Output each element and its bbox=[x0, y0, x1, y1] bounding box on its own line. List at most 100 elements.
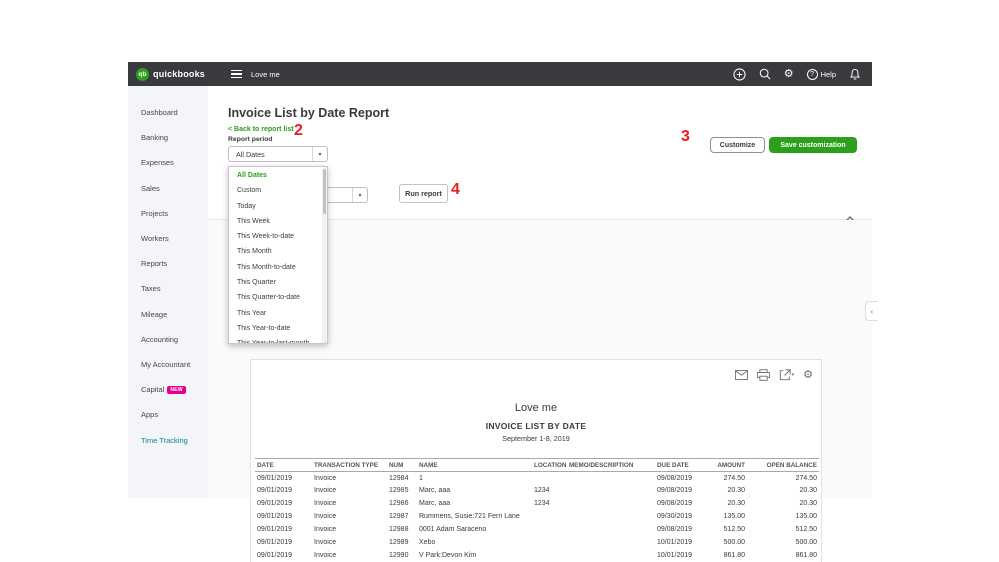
report-card: ▾ ⚙ Love me INVOICE LIST BY DATE Septemb… bbox=[250, 359, 822, 562]
table-cell bbox=[567, 523, 655, 536]
sidebar-item-label: Sales bbox=[141, 184, 160, 193]
table-cell: 1234 bbox=[532, 497, 567, 510]
sidebar-item-reports[interactable]: Reports bbox=[128, 251, 208, 276]
sidebar-item-mileage[interactable]: Mileage bbox=[128, 302, 208, 327]
report-settings-gear-icon[interactable]: ⚙ bbox=[803, 370, 813, 381]
notifications-bell-icon[interactable] bbox=[849, 68, 861, 81]
table-cell: 12989 bbox=[387, 536, 417, 549]
help-button[interactable]: ? Help bbox=[807, 69, 836, 80]
email-icon[interactable] bbox=[735, 370, 748, 380]
sidebar-item-sales[interactable]: Sales bbox=[128, 176, 208, 201]
menu-option-this-quarter-to-date[interactable]: This Quarter-to-date bbox=[229, 290, 321, 305]
menu-option-today[interactable]: Today bbox=[229, 199, 321, 214]
report-period-value: All Dates bbox=[229, 150, 312, 159]
print-icon[interactable] bbox=[757, 369, 770, 381]
report-company-name: Love me bbox=[251, 402, 821, 414]
sidebar-item-projects[interactable]: Projects bbox=[128, 201, 208, 226]
export-icon[interactable]: ▾ bbox=[779, 369, 795, 381]
sidebar-item-time-tracking[interactable]: Time Tracking bbox=[128, 427, 208, 452]
table-row[interactable]: 09/01/2019Invoice12985Marc, aaa123409/08… bbox=[255, 484, 819, 497]
table-cell: 135.00 bbox=[747, 510, 819, 523]
menu-option-this-week-to-date[interactable]: This Week-to-date bbox=[229, 229, 321, 244]
table-cell: 12987 bbox=[387, 510, 417, 523]
table-cell: 274.50 bbox=[747, 472, 819, 485]
table-cell: 09/08/2019 bbox=[655, 523, 701, 536]
menu-option-custom[interactable]: Custom bbox=[229, 183, 321, 198]
table-cell: Invoice bbox=[312, 497, 387, 510]
table-row[interactable]: 09/01/2019Invoice129880001 Adam Saraceno… bbox=[255, 523, 819, 536]
table-cell: 512.50 bbox=[701, 523, 747, 536]
sidebar-item-capital[interactable]: CapitalNEW bbox=[128, 377, 208, 402]
sidebar-item-apps[interactable]: Apps bbox=[128, 402, 208, 427]
table-row[interactable]: 09/01/2019Invoice12989Xebo10/01/2019500.… bbox=[255, 536, 819, 549]
report-period-label: Report period bbox=[228, 136, 273, 143]
table-cell bbox=[532, 472, 567, 485]
sidebar-item-expenses[interactable]: Expenses bbox=[128, 150, 208, 175]
panel-toggle-chevron-icon: ‹ bbox=[871, 307, 874, 316]
table-cell: 09/01/2019 bbox=[255, 510, 312, 523]
menu-option-this-month[interactable]: This Month bbox=[229, 244, 321, 259]
sidebar-item-workers[interactable]: Workers bbox=[128, 226, 208, 251]
report-table-wrapper: DATETRANSACTION TYPENUMNAMELOCATIONMEMO/… bbox=[255, 458, 819, 562]
customize-button[interactable]: Customize bbox=[710, 137, 765, 153]
menu-option-this-quarter[interactable]: This Quarter bbox=[229, 275, 321, 290]
table-row[interactable]: 09/01/2019Invoice12990V Park:Devon Kim10… bbox=[255, 549, 819, 562]
table-row[interactable]: 09/01/2019Invoice12986Marc, aaa123409/08… bbox=[255, 497, 819, 510]
chevron-down-icon: ▾ bbox=[312, 147, 327, 161]
sidebar-item-label: Mileage bbox=[141, 310, 167, 319]
create-plus-icon[interactable] bbox=[733, 68, 746, 81]
table-cell: 20.30 bbox=[701, 484, 747, 497]
chevron-down-icon: ▾ bbox=[352, 188, 367, 202]
back-to-report-list-link[interactable]: < Back to report list bbox=[228, 126, 294, 133]
search-icon[interactable] bbox=[759, 68, 771, 80]
help-label: Help bbox=[821, 70, 836, 79]
table-row[interactable]: 09/01/2019Invoice12984109/08/2019274.502… bbox=[255, 472, 819, 485]
table-cell: Xebo bbox=[417, 536, 532, 549]
menu-option-this-month-to-date[interactable]: This Month-to-date bbox=[229, 260, 321, 275]
save-customization-button[interactable]: Save customization bbox=[769, 137, 857, 153]
new-badge: NEW bbox=[167, 386, 186, 394]
activity-panel-toggle[interactable]: ‹ bbox=[865, 301, 878, 321]
table-cell: 09/01/2019 bbox=[255, 523, 312, 536]
table-cell: 12984 bbox=[387, 472, 417, 485]
table-cell: Marc, aaa bbox=[417, 497, 532, 510]
menu-option-this-week[interactable]: This Week bbox=[229, 214, 321, 229]
column-header: OPEN BALANCE bbox=[747, 459, 819, 472]
sidebar-item-dashboard[interactable]: Dashboard bbox=[128, 100, 208, 125]
table-cell: 09/01/2019 bbox=[255, 549, 312, 562]
menu-option-this-year-to-last-month[interactable]: This Year-to-last-month bbox=[229, 336, 321, 344]
hamburger-menu-icon[interactable] bbox=[231, 70, 242, 79]
table-cell: 20.30 bbox=[747, 497, 819, 510]
table-cell: Invoice bbox=[312, 549, 387, 562]
back-arrow-icon: < bbox=[228, 126, 232, 133]
table-cell: 861.80 bbox=[701, 549, 747, 562]
table-cell bbox=[532, 536, 567, 549]
table-row[interactable]: 09/01/2019Invoice12987Rummens, Susie:721… bbox=[255, 510, 819, 523]
settings-gear-icon[interactable]: ⚙ bbox=[784, 69, 794, 80]
table-cell bbox=[567, 549, 655, 562]
sidebar-item-banking[interactable]: Banking bbox=[128, 125, 208, 150]
question-icon: ? bbox=[807, 69, 818, 80]
table-cell: 09/08/2019 bbox=[655, 484, 701, 497]
menu-scrollbar-thumb[interactable] bbox=[323, 169, 327, 214]
report-period-select[interactable]: All Dates ▾ bbox=[228, 146, 328, 162]
table-cell: Invoice bbox=[312, 536, 387, 549]
menu-option-this-year-to-date[interactable]: This Year-to-date bbox=[229, 321, 321, 336]
column-header: DUE DATE bbox=[655, 459, 701, 472]
table-cell: 12990 bbox=[387, 549, 417, 562]
table-cell: 1234 bbox=[532, 484, 567, 497]
sidebar-item-label: Expenses bbox=[141, 158, 174, 167]
menu-option-this-year[interactable]: This Year bbox=[229, 306, 321, 321]
sidebar-item-taxes[interactable]: Taxes bbox=[128, 276, 208, 301]
sidebar-item-accounting[interactable]: Accounting bbox=[128, 327, 208, 352]
company-name: Love me bbox=[251, 70, 280, 79]
table-cell: 12986 bbox=[387, 497, 417, 510]
run-report-button[interactable]: Run report bbox=[399, 184, 448, 203]
sidebar-item-my-accountant[interactable]: My Accountant bbox=[128, 352, 208, 377]
quickbooks-logo-icon: qb bbox=[136, 68, 149, 81]
menu-scrollbar-track[interactable] bbox=[322, 167, 327, 343]
sidebar-item-label: Taxes bbox=[141, 284, 161, 293]
table-cell: Invoice bbox=[312, 510, 387, 523]
menu-option-all-dates[interactable]: All Dates bbox=[229, 168, 321, 183]
table-cell: 135.00 bbox=[701, 510, 747, 523]
